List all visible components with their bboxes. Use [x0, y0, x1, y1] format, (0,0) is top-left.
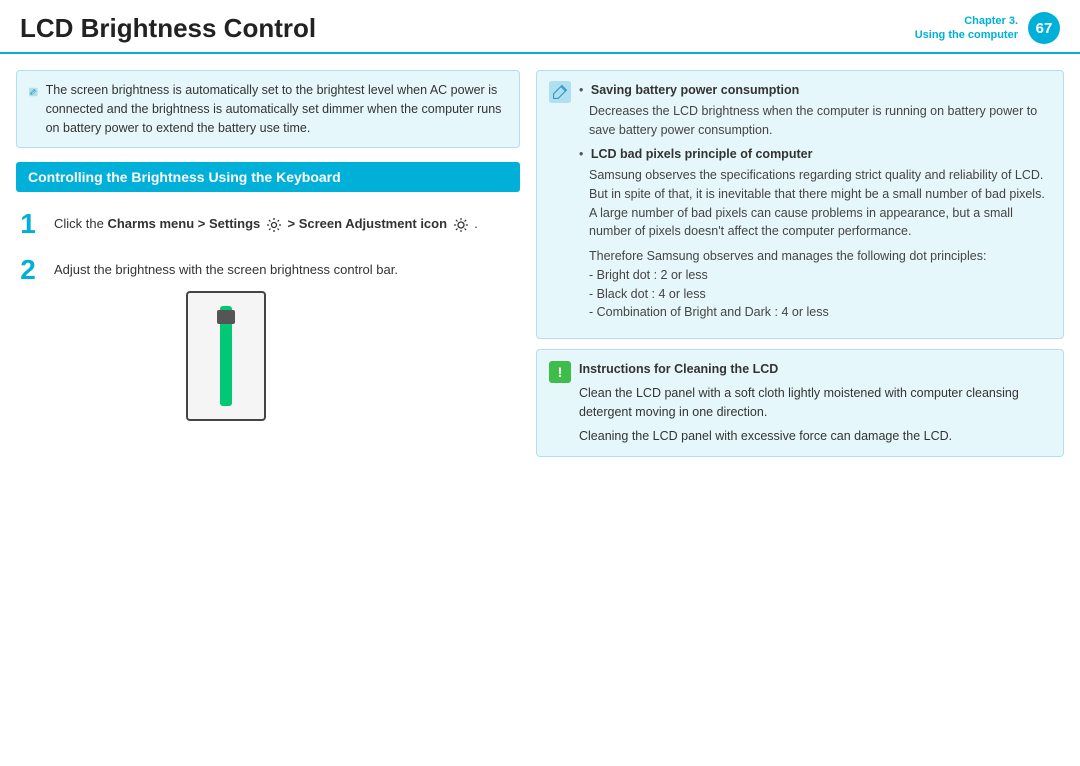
warning-icon: !: [549, 361, 571, 383]
bullet-item-1: • Saving battery power consumption Decre…: [579, 81, 1051, 139]
sun-icon: [453, 217, 469, 233]
slider-thumb: [217, 310, 235, 324]
step-1-number: 1: [16, 210, 40, 238]
note-icon: [29, 81, 38, 103]
right-note-icon: [549, 81, 571, 103]
bullet-item-2: • LCD bad pixels principle of computer S…: [579, 145, 1051, 322]
settings-gear-icon: [266, 217, 282, 233]
right-column: • Saving battery power consumption Decre…: [536, 70, 1064, 746]
instruction-title: Instructions for Cleaning the LCD: [579, 360, 1051, 379]
step-2-content: Adjust the brightness with the screen br…: [54, 256, 398, 421]
chapter-label: Chapter 3. Using the computer: [915, 14, 1018, 43]
right-note-box: • Saving battery power consumption Decre…: [536, 70, 1064, 339]
page-number-badge: 67: [1028, 12, 1060, 44]
instruction-para-2: Cleaning the LCD panel with excessive fo…: [579, 427, 1051, 446]
step-2: 2 Adjust the brightness with the screen …: [16, 256, 520, 421]
right-note-content: • Saving battery power consumption Decre…: [579, 81, 1051, 328]
instruction-content: Instructions for Cleaning the LCD Clean …: [579, 360, 1051, 446]
left-column: The screen brightness is automatically s…: [16, 70, 536, 746]
step-2-number: 2: [16, 256, 40, 284]
instruction-para-1: Clean the LCD panel with a soft cloth li…: [579, 384, 1051, 422]
instruction-box: ! Instructions for Cleaning the LCD Clea…: [536, 349, 1064, 457]
left-note-text: The screen brightness is automatically s…: [46, 81, 507, 137]
header-right: Chapter 3. Using the computer 67: [915, 12, 1060, 44]
left-note-box: The screen brightness is automatically s…: [16, 70, 520, 148]
slider-box: [186, 291, 266, 421]
section-heading-bar: Controlling the Brightness Using the Key…: [16, 162, 520, 192]
brightness-illustration: [54, 291, 398, 421]
main-content: The screen brightness is automatically s…: [0, 54, 1080, 756]
step-1: 1 Click the Charms menu > Settings > Scr…: [16, 210, 520, 238]
page-title: LCD Brightness Control: [20, 13, 316, 44]
step-1-content: Click the Charms menu > Settings > Scree…: [54, 210, 478, 235]
page-header: LCD Brightness Control Chapter 3. Using …: [0, 0, 1080, 54]
slider-track: [220, 306, 232, 406]
